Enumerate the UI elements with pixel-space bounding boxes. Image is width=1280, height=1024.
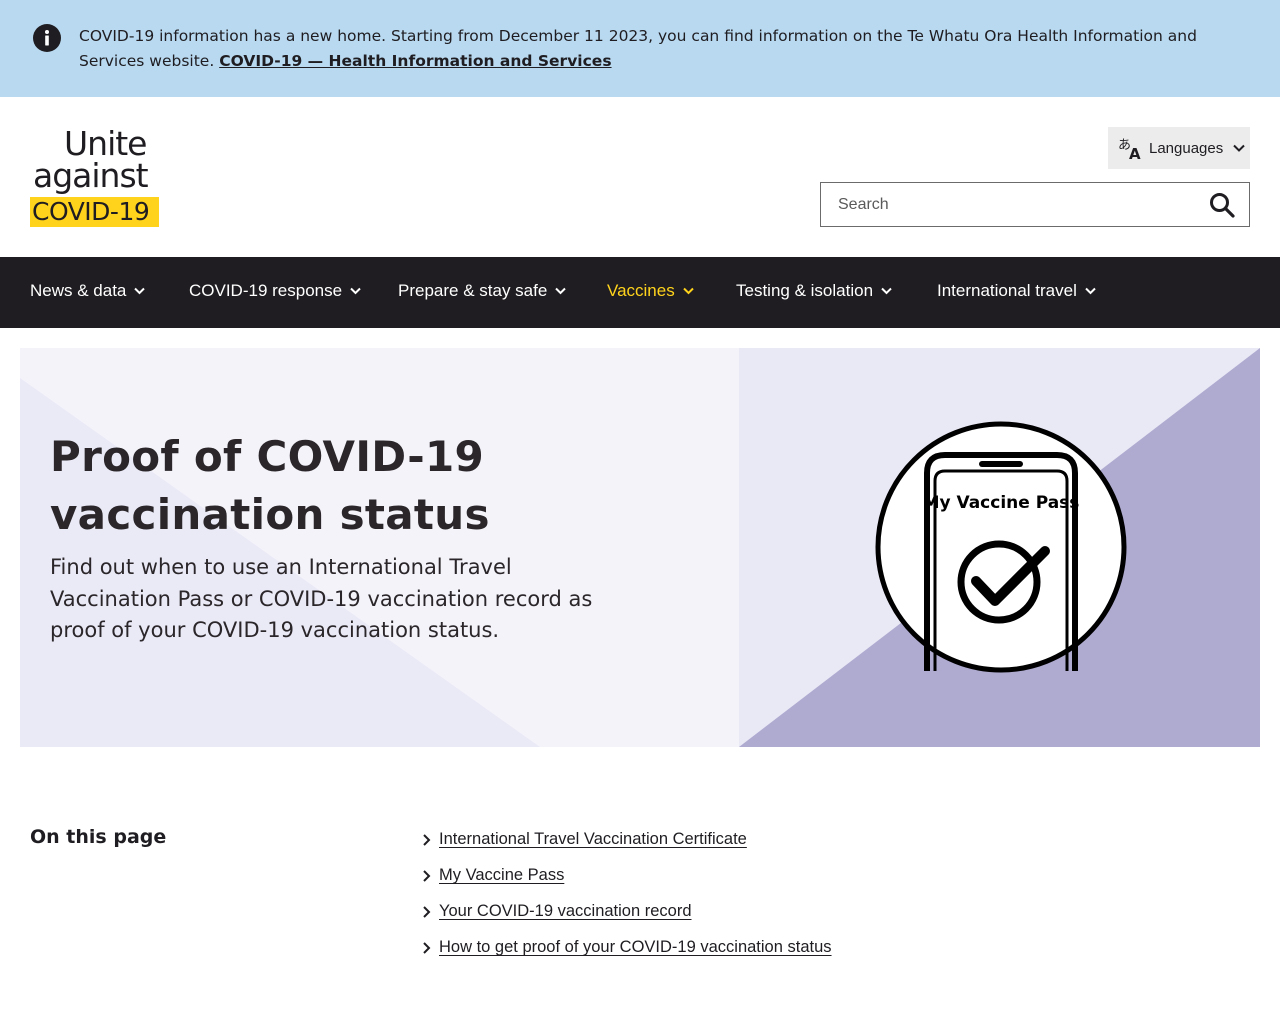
nav-item-international-travel[interactable]: International travel xyxy=(937,281,1096,301)
vaccine-pass-illustration: My Vaccine Pass xyxy=(875,421,1127,673)
banner-text: COVID-19 information has a new home. Sta… xyxy=(79,24,1249,74)
list-item: Your COVID-19 vaccination record xyxy=(420,898,832,934)
anchor-link-international-certificate[interactable]: International Travel Vaccination Certifi… xyxy=(439,826,747,852)
nav-item-label: COVID-19 response xyxy=(189,281,343,300)
site-logo[interactable]: Unite against COVID-19 xyxy=(30,127,160,227)
nav-item-label: International travel xyxy=(937,281,1077,300)
page-intro: Find out when to use an International Tr… xyxy=(50,555,593,642)
logo-line-covid: COVID-19 xyxy=(30,197,159,227)
nav-item-prepare-stay-safe[interactable]: Prepare & stay safe xyxy=(398,281,567,301)
anchor-link-vaccination-record[interactable]: Your COVID-19 vaccination record xyxy=(439,898,692,924)
chevron-right-icon xyxy=(423,870,431,882)
svg-text:A: A xyxy=(1129,145,1141,160)
chevron-down-icon xyxy=(1085,287,1096,295)
chevron-down-icon xyxy=(881,287,892,295)
languages-button[interactable]: あ A Languages xyxy=(1108,127,1250,169)
chevron-down-icon xyxy=(683,287,694,295)
hero-text-panel: Proof of COVID-19 vaccination status Fin… xyxy=(20,348,739,747)
on-this-page-list: International Travel Vaccination Certifi… xyxy=(420,826,832,970)
search-input[interactable] xyxy=(821,183,1191,226)
list-item: How to get proof of your COVID-19 vaccin… xyxy=(420,934,832,970)
chevron-right-icon xyxy=(423,906,431,918)
main-navigation: News & data COVID-19 response Prepare & … xyxy=(0,257,1280,328)
nav-item-label: Prepare & stay safe xyxy=(398,281,548,300)
anchor-link-how-to-get-proof[interactable]: How to get proof of your COVID-19 vaccin… xyxy=(439,934,832,960)
vaccine-pass-label: My Vaccine Pass xyxy=(922,493,1080,513)
hero-background-shape xyxy=(20,348,739,747)
chevron-right-icon xyxy=(423,834,431,846)
nav-item-testing-isolation[interactable]: Testing & isolation xyxy=(736,281,892,301)
translate-icon: あ A xyxy=(1118,136,1144,163)
search-box xyxy=(820,182,1250,227)
nav-item-vaccines[interactable]: Vaccines xyxy=(607,281,694,301)
logo-line-against: against xyxy=(33,156,149,195)
covid-info-banner: COVID-19 information has a new home. Sta… xyxy=(0,0,1280,97)
chevron-right-icon xyxy=(423,942,431,954)
search-icon[interactable] xyxy=(1209,192,1235,218)
page-title: Proof of COVID-19 vaccination status xyxy=(50,432,490,539)
info-icon xyxy=(33,24,61,52)
list-item: International Travel Vaccination Certifi… xyxy=(420,826,832,862)
nav-item-label: Vaccines xyxy=(607,281,675,300)
nav-item-label: Testing & isolation xyxy=(736,281,874,300)
chevron-down-icon xyxy=(134,287,146,295)
anchor-link-my-vaccine-pass[interactable]: My Vaccine Pass xyxy=(439,862,564,888)
nav-item-covid-response[interactable]: COVID-19 response xyxy=(189,281,361,301)
on-this-page-heading: On this page xyxy=(30,826,167,848)
site-header: Unite against COVID-19 あ A Languages xyxy=(0,97,1280,257)
list-item: My Vaccine Pass xyxy=(420,862,832,898)
nav-item-news-data[interactable]: News & data xyxy=(30,281,146,301)
chevron-down-icon xyxy=(350,287,361,295)
chevron-down-icon xyxy=(1233,140,1245,156)
health-info-link[interactable]: COVID-19 — Health Information and Servic… xyxy=(219,52,611,70)
nav-item-label: News & data xyxy=(30,281,127,300)
chevron-down-icon xyxy=(555,287,567,295)
languages-label: Languages xyxy=(1149,139,1224,157)
hero-banner: Proof of COVID-19 vaccination status Fin… xyxy=(20,348,1260,747)
